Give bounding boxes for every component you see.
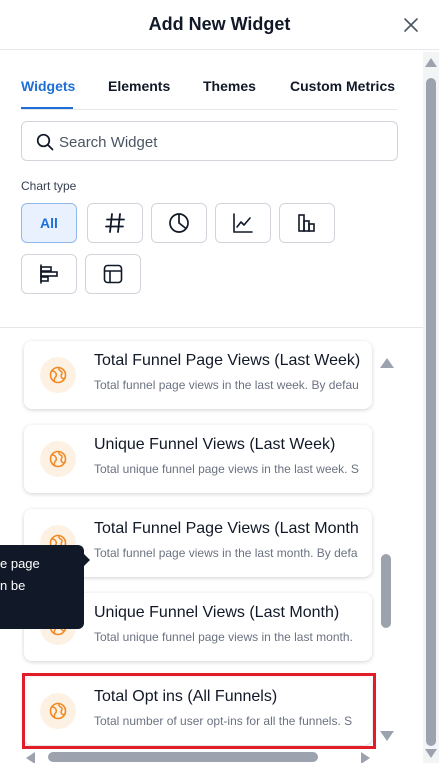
widget-title: Total Funnel Page Views (Last Week) bbox=[94, 352, 361, 369]
chart-type-pie-button[interactable] bbox=[151, 203, 207, 243]
widget-list: Total Funnel Page Views (Last Week) Tota… bbox=[0, 328, 379, 751]
tab-custom-metrics[interactable]: Custom Metrics bbox=[290, 78, 395, 94]
chart-type-bar-button[interactable] bbox=[279, 203, 335, 243]
widget-icon-container bbox=[40, 441, 76, 477]
globe-icon bbox=[49, 702, 67, 720]
scroll-down-arrow-icon[interactable] bbox=[425, 749, 437, 758]
hash-icon bbox=[105, 213, 125, 233]
widget-icon-container bbox=[40, 693, 76, 729]
chart-type-number-button[interactable] bbox=[87, 203, 143, 243]
chart-type-label: Chart type bbox=[21, 179, 77, 193]
panel-vertical-scrollbar[interactable] bbox=[423, 52, 439, 763]
search-icon bbox=[36, 133, 54, 151]
tab-bar: Widgets Elements Themes Custom Metrics bbox=[21, 78, 397, 110]
globe-icon bbox=[49, 366, 67, 384]
active-tab-indicator bbox=[21, 107, 73, 109]
scroll-down-arrow-icon[interactable] bbox=[380, 731, 394, 741]
widget-title: Total Funnel Page Views (Last Month bbox=[94, 520, 359, 537]
widget-description: Total funnel page views in the last week… bbox=[94, 378, 359, 392]
chart-type-all-button[interactable]: All bbox=[21, 203, 77, 243]
list-vertical-scrollbar[interactable] bbox=[379, 354, 395, 746]
widget-card-total-opt-ins[interactable]: Total Opt ins (All Funnels) Total number… bbox=[24, 677, 372, 745]
pie-chart-icon bbox=[169, 213, 189, 233]
tab-widgets[interactable]: Widgets bbox=[21, 78, 75, 94]
tooltip-line: e page bbox=[0, 556, 40, 571]
widget-title: Total Opt ins (All Funnels) bbox=[94, 688, 278, 705]
widget-description: Total funnel page views in the last mont… bbox=[94, 546, 358, 560]
chart-type-horizontal-bar-button[interactable] bbox=[21, 254, 77, 294]
widget-icon-container bbox=[40, 357, 76, 393]
widget-card[interactable]: Unique Funnel Views (Last Week) Total un… bbox=[24, 425, 372, 493]
scrollbar-thumb[interactable] bbox=[426, 78, 436, 746]
search-input[interactable] bbox=[59, 130, 379, 154]
panel-header: Add New Widget bbox=[0, 0, 439, 50]
scroll-up-arrow-icon[interactable] bbox=[380, 358, 394, 368]
table-icon bbox=[103, 264, 123, 284]
close-icon[interactable] bbox=[401, 15, 421, 35]
globe-icon bbox=[49, 450, 67, 468]
list-horizontal-scrollbar[interactable] bbox=[24, 750, 376, 763]
add-widget-panel: Add New Widget Widgets Elements Themes C… bbox=[0, 0, 439, 763]
tooltip-line: n be bbox=[0, 578, 26, 593]
tab-elements[interactable]: Elements bbox=[108, 78, 170, 94]
chart-type-table-button[interactable] bbox=[85, 254, 141, 294]
widget-description: Total number of user opt-ins for all the… bbox=[94, 714, 353, 728]
widget-title: Unique Funnel Views (Last Week) bbox=[94, 436, 336, 453]
scroll-right-arrow-icon[interactable] bbox=[361, 752, 370, 763]
scroll-up-arrow-icon[interactable] bbox=[425, 58, 437, 67]
bar-chart-icon bbox=[298, 214, 315, 232]
scroll-left-arrow-icon[interactable] bbox=[26, 752, 35, 763]
widget-description: Total unique funnel page views in the la… bbox=[94, 630, 353, 644]
scrollbar-thumb[interactable] bbox=[381, 554, 391, 628]
scrollbar-thumb[interactable] bbox=[48, 752, 318, 762]
chart-type-line-button[interactable] bbox=[215, 203, 271, 243]
tooltip-arrow bbox=[83, 553, 90, 567]
tooltip: e page n be bbox=[0, 545, 90, 629]
panel-title: Add New Widget bbox=[148, 14, 291, 34]
chart-type-all-label: All bbox=[40, 215, 58, 231]
horizontal-bar-chart-icon bbox=[40, 264, 58, 284]
widget-title: Unique Funnel Views (Last Month) bbox=[94, 604, 340, 621]
line-chart-icon bbox=[233, 213, 253, 233]
search-box[interactable] bbox=[21, 121, 398, 161]
tab-themes[interactable]: Themes bbox=[203, 78, 256, 94]
widget-description: Total unique funnel page views in the la… bbox=[94, 462, 359, 476]
widget-card[interactable]: Total Funnel Page Views (Last Week) Tota… bbox=[24, 341, 372, 409]
